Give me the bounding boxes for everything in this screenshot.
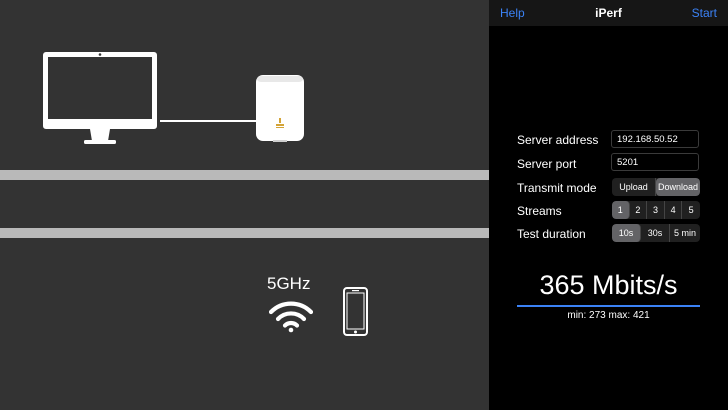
streams-option-5[interactable]: 5 [682, 201, 700, 219]
streams-segmented-control: 1 2 3 4 5 [612, 201, 700, 219]
smartphone-icon [343, 287, 368, 336]
streams-option-4[interactable]: 4 [665, 201, 683, 219]
test-duration-30s[interactable]: 30s [641, 224, 670, 242]
transmit-mode-download[interactable]: Download [656, 178, 700, 196]
network-illustration: 5GHz [0, 0, 489, 410]
server-address-field[interactable]: 192.168.50.52 [611, 130, 699, 148]
test-duration-label: Test duration [517, 227, 586, 241]
wifi-icon [269, 301, 313, 333]
start-button[interactable]: Start [692, 6, 717, 20]
streams-label: Streams [517, 204, 562, 218]
streams-option-3[interactable]: 3 [647, 201, 665, 219]
server-port-field[interactable]: 5201 [611, 153, 699, 171]
streams-option-2[interactable]: 2 [630, 201, 648, 219]
streams-option-1[interactable]: 1 [612, 201, 630, 219]
server-port-label: Server port [517, 157, 577, 171]
transmit-mode-upload[interactable]: Upload [612, 178, 656, 196]
desktop-computer-icon [43, 52, 157, 144]
iperf-panel: Help iPerf Start Server address 192.168.… [489, 0, 728, 410]
test-duration-segmented-control: 10s 30s 5 min [612, 224, 700, 242]
throughput-result: 365 Mbits/s [539, 270, 678, 300]
throughput-minmax: min: 273 max: 421 [567, 310, 650, 321]
test-duration-5min[interactable]: 5 min [670, 224, 700, 242]
nav-bar: Help iPerf Start [489, 0, 728, 26]
result-underline [517, 305, 700, 307]
transmit-mode-segmented-control: Upload Download [612, 178, 700, 196]
wifi-band-label: 5GHz [267, 274, 311, 293]
wall-1 [0, 170, 489, 180]
test-duration-10s[interactable]: 10s [612, 224, 641, 242]
ethernet-cable [160, 120, 256, 122]
transmit-mode-label: Transmit mode [517, 181, 597, 195]
wall-2 [0, 228, 489, 238]
server-address-label: Server address [517, 133, 599, 147]
router-icon [256, 75, 304, 142]
